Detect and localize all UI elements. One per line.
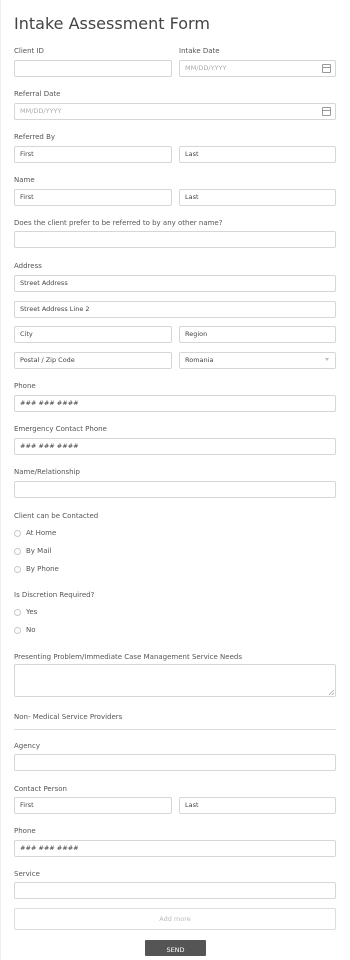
referral-date-input[interactable]: MM/DD/YYYY xyxy=(14,103,336,120)
calendar-icon[interactable] xyxy=(322,64,331,73)
city-placeholder: City xyxy=(20,330,33,338)
provider-phone-label: Phone xyxy=(14,827,36,835)
country-select[interactable]: Romania xyxy=(179,352,336,369)
name-last-input[interactable]: Last xyxy=(179,189,336,206)
emergency-phone-placeholder: ### ### #### xyxy=(20,442,79,450)
send-button[interactable]: SEND xyxy=(145,940,206,956)
referred-by-first-input[interactable]: First xyxy=(14,146,172,163)
contact-method-label: Client can be Contacted xyxy=(14,512,99,520)
region-placeholder: Region xyxy=(185,330,208,338)
discretion-label: Is Discretion Required? xyxy=(14,591,95,599)
agency-input[interactable] xyxy=(14,754,336,771)
name-last-placeholder: Last xyxy=(185,193,199,201)
section-heading: Non- Medical Service Providers xyxy=(14,713,123,721)
name-first-placeholder: First xyxy=(20,193,34,201)
emergency-phone-input[interactable]: ### ### #### xyxy=(14,438,336,455)
radio-no[interactable]: No xyxy=(14,626,36,634)
radio-label: By Phone xyxy=(26,565,59,573)
add-more-button[interactable]: Add more xyxy=(14,908,336,930)
street-address-2-input[interactable]: Street Address Line 2 xyxy=(14,301,336,318)
address-label: Address xyxy=(14,262,42,270)
radio-label: Yes xyxy=(26,608,38,616)
radio-circle-icon[interactable] xyxy=(14,547,21,555)
country-value: Romania xyxy=(185,356,214,364)
agency-label: Agency xyxy=(14,742,40,750)
phone-placeholder: ### ### #### xyxy=(20,399,79,407)
radio-by-mail[interactable]: By Mail xyxy=(14,547,51,555)
city-input[interactable]: City xyxy=(14,326,172,343)
chevron-down-icon xyxy=(325,358,329,361)
contact-person-last-input[interactable]: Last xyxy=(179,797,336,814)
radio-label: By Mail xyxy=(26,547,52,555)
radio-circle-icon[interactable] xyxy=(14,626,21,634)
phone-label: Phone xyxy=(14,382,36,390)
resize-grip-icon[interactable] xyxy=(329,690,334,695)
postal-code-input[interactable]: Postal / Zip Code xyxy=(14,352,172,369)
radio-circle-icon[interactable] xyxy=(14,608,21,616)
contact-person-first-input[interactable]: First xyxy=(14,797,172,814)
intake-form-page: Intake Assessment Form Client ID Intake … xyxy=(0,0,350,960)
referred-by-last-input[interactable]: Last xyxy=(179,146,336,163)
referral-date-placeholder: MM/DD/YYYY xyxy=(20,107,62,115)
radio-at-home[interactable]: At Home xyxy=(14,529,56,537)
name-label: Name xyxy=(14,176,35,184)
client-id-label: Client ID xyxy=(14,47,44,55)
region-input[interactable]: Region xyxy=(179,326,336,343)
intake-date-label: Intake Date xyxy=(179,47,220,55)
other-name-input[interactable] xyxy=(14,231,336,248)
street-address-2-placeholder: Street Address Line 2 xyxy=(20,305,90,313)
presenting-problem-textarea[interactable] xyxy=(14,664,336,697)
street-address-input[interactable]: Street Address xyxy=(14,275,336,292)
radio-label: At Home xyxy=(26,529,57,537)
form-title: Intake Assessment Form xyxy=(14,14,210,33)
provider-phone-placeholder: ### ### #### xyxy=(20,844,79,852)
referred-by-label: Referred By xyxy=(14,133,56,141)
radio-circle-icon[interactable] xyxy=(14,565,21,573)
service-input[interactable] xyxy=(14,882,336,899)
radio-circle-icon[interactable] xyxy=(14,529,21,537)
intake-date-input[interactable]: MM/DD/YYYY xyxy=(179,60,336,77)
postal-code-placeholder: Postal / Zip Code xyxy=(20,356,75,364)
section-divider xyxy=(14,729,336,730)
service-label: Service xyxy=(14,870,40,878)
radio-label: No xyxy=(26,626,36,634)
relationship-input[interactable] xyxy=(14,481,336,498)
phone-input[interactable]: ### ### #### xyxy=(14,395,336,412)
intake-date-placeholder: MM/DD/YYYY xyxy=(185,64,227,72)
relationship-label: Name/Relationship xyxy=(14,468,80,476)
provider-phone-input[interactable]: ### ### #### xyxy=(14,840,336,857)
other-name-label: Does the client prefer to be referred to… xyxy=(14,219,223,227)
street-address-placeholder: Street Address xyxy=(20,279,68,287)
referred-by-first-placeholder: First xyxy=(20,150,34,158)
referral-date-label: Referral Date xyxy=(14,90,61,98)
radio-by-phone[interactable]: By Phone xyxy=(14,565,59,573)
presenting-problem-label: Presenting Problem/Immediate Case Manage… xyxy=(14,653,242,661)
emergency-phone-label: Emergency Contact Phone xyxy=(14,425,107,433)
contact-person-first-placeholder: First xyxy=(20,801,34,809)
calendar-icon[interactable] xyxy=(322,107,331,116)
client-id-input[interactable] xyxy=(14,60,172,77)
contact-person-last-placeholder: Last xyxy=(185,801,199,809)
page-edge xyxy=(0,0,1,960)
contact-person-label: Contact Person xyxy=(14,785,67,793)
name-first-input[interactable]: First xyxy=(14,189,172,206)
radio-yes[interactable]: Yes xyxy=(14,608,37,616)
referred-by-last-placeholder: Last xyxy=(185,150,199,158)
